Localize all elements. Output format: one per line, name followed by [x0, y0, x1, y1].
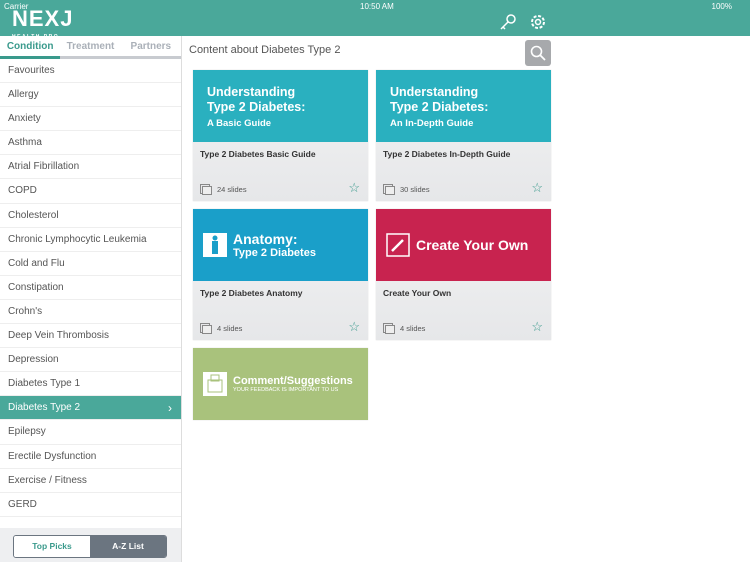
- card-thumbnail: Understanding Type 2 Diabetes: An In-Depth…: [376, 70, 551, 142]
- feedback-title: Comment/Suggestions: [233, 375, 353, 387]
- time: 10:50 AM: [360, 2, 394, 11]
- condition-item[interactable]: Anxiety: [0, 107, 181, 132]
- thumb-line: A Basic Guide: [207, 118, 272, 129]
- battery: 100%: [711, 2, 732, 11]
- favourite-star-icon[interactable]: ☆: [531, 319, 543, 335]
- gear-icon[interactable]: [529, 13, 547, 31]
- content-card[interactable]: Understanding Type 2 Diabetes: A Basic Gui…: [193, 70, 368, 201]
- thumb-line: Anatomy:: [233, 231, 298, 247]
- card-thumbnail: Anatomy: Type 2 Diabetes: [193, 209, 368, 281]
- slides-icon: [383, 323, 395, 334]
- condition-item[interactable]: Crohn's: [0, 300, 181, 325]
- content-card[interactable]: Anatomy: Type 2 Diabetes Type 2 Diabetes A…: [193, 209, 368, 340]
- condition-item[interactable]: Atrial Fibrillation: [0, 155, 181, 180]
- card-thumbnail: Understanding Type 2 Diabetes: A Basic Gui…: [193, 70, 368, 142]
- card-title: Type 2 Diabetes Basic Guide: [200, 149, 316, 159]
- condition-item[interactable]: Asthma: [0, 131, 181, 156]
- card-title: Type 2 Diabetes In-Depth Guide: [383, 149, 511, 159]
- logo: NEXJHEALTH PRO: [12, 6, 74, 41]
- thumb-line: Understanding: [390, 85, 479, 99]
- favourite-star-icon[interactable]: ☆: [348, 180, 360, 196]
- condition-item[interactable]: Diabetes Type 1: [0, 372, 181, 397]
- edit-icon: [386, 233, 410, 257]
- thumb-line: Type 2 Diabetes:: [207, 100, 306, 114]
- favourite-star-icon[interactable]: ☆: [348, 319, 360, 335]
- thumb-line: An In-Depth Guide: [390, 118, 474, 129]
- tab-treatment[interactable]: Treatment: [60, 36, 120, 56]
- content-card[interactable]: Create Your Own Create Your Own 4 slides …: [376, 209, 551, 340]
- card-thumbnail: Create Your Own: [376, 209, 551, 281]
- thumb-line: Create Your Own: [416, 237, 529, 253]
- condition-item[interactable]: Deep Vein Thrombosis: [0, 324, 181, 349]
- condition-item[interactable]: GERD: [0, 493, 181, 517]
- top-bar: Carrier 10:50 AM 100% NEXJHEALTH PRO: [0, 0, 750, 41]
- thumb-line: Type 2 Diabetes:: [390, 100, 489, 114]
- condition-item[interactable]: Constipation: [0, 276, 181, 300]
- sidebar: Condition Treatment Partners Favourites A…: [0, 36, 182, 562]
- condition-item[interactable]: Allergy: [0, 83, 181, 108]
- condition-item[interactable]: Cholesterol: [0, 204, 181, 228]
- page-title: Content about Diabetes Type 2: [189, 44, 341, 56]
- search-icon: [530, 45, 546, 61]
- condition-item[interactable]: Favourites: [0, 59, 181, 84]
- ballot-box-icon: [203, 372, 227, 396]
- az-list-button[interactable]: A-Z List: [90, 536, 166, 557]
- feedback-card[interactable]: Comment/Suggestions YOUR FEEDBACK IS IMPO…: [193, 348, 368, 420]
- list-mode-bar: Top Picks A-Z List: [0, 528, 181, 562]
- top-picks-button[interactable]: Top Picks: [14, 536, 90, 557]
- slides-icon: [200, 184, 212, 195]
- slide-count: 4 slides: [217, 324, 243, 333]
- condition-list: Favourites Allergy Anxiety Asthma Atrial Fib…: [0, 59, 181, 541]
- condition-item[interactable]: Epilepsy: [0, 420, 181, 445]
- tab-partners[interactable]: Partners: [121, 36, 181, 56]
- category-tabs: Condition Treatment Partners: [0, 36, 181, 59]
- slide-count: 30 slides: [400, 185, 430, 194]
- tab-condition[interactable]: Condition: [0, 36, 60, 56]
- slides-icon: [383, 184, 395, 195]
- list-mode-toggle: Top Picks A-Z List: [13, 535, 167, 558]
- thumb-line: Type 2 Diabetes: [233, 247, 316, 259]
- slide-count: 24 slides: [217, 185, 247, 194]
- condition-item[interactable]: Cold and Flu: [0, 252, 181, 276]
- feedback-subtitle: YOUR FEEDBACK IS IMPORTANT TO US: [233, 387, 339, 393]
- condition-item[interactable]: Diabetes Type 2: [0, 396, 181, 421]
- condition-item[interactable]: Exercise / Fitness: [0, 469, 181, 493]
- slides-icon: [200, 323, 212, 334]
- condition-item[interactable]: COPD: [0, 179, 181, 204]
- key-icon[interactable]: [499, 13, 517, 31]
- favourite-star-icon[interactable]: ☆: [531, 180, 543, 196]
- search-button[interactable]: [525, 40, 551, 66]
- slide-count: 4 slides: [400, 324, 426, 333]
- condition-item[interactable]: Chronic Lymphocytic Leukemia: [0, 228, 181, 252]
- thumb-line: Understanding: [207, 85, 296, 99]
- body-icon: [203, 233, 227, 257]
- condition-item[interactable]: Depression: [0, 348, 181, 373]
- card-title: Type 2 Diabetes Anatomy: [200, 288, 303, 298]
- content-card[interactable]: Understanding Type 2 Diabetes: An In-Depth…: [376, 70, 551, 201]
- condition-item[interactable]: Erectile Dysfunction: [0, 445, 181, 469]
- card-title: Create Your Own: [383, 288, 452, 298]
